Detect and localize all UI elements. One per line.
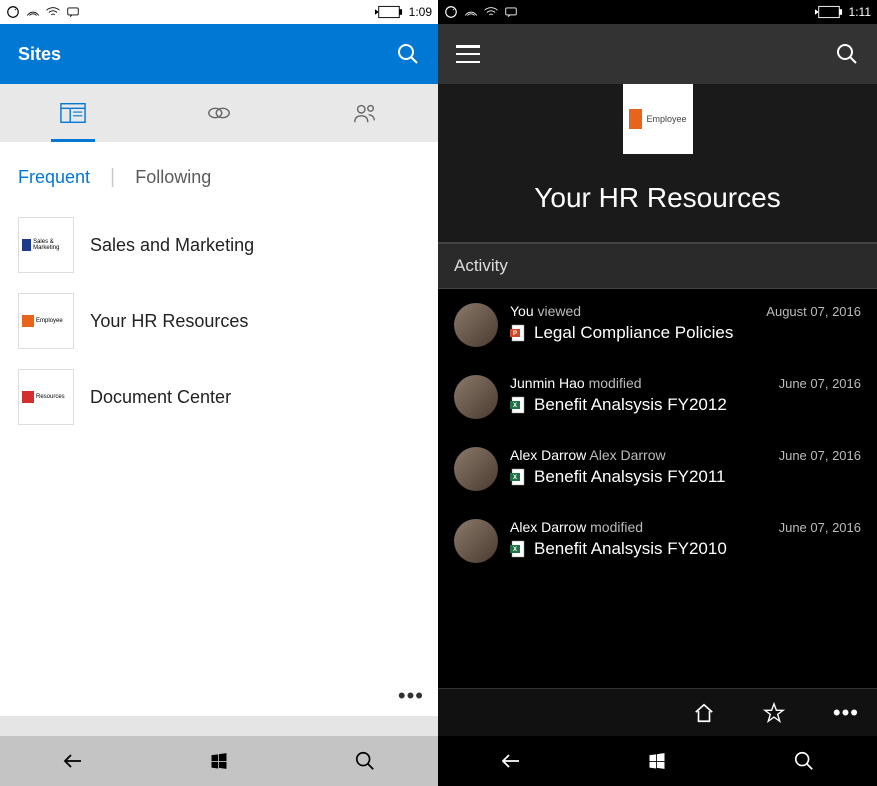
site-thumbnail: Resources: [18, 369, 74, 425]
site-thumbnail: Sales & Marketing: [18, 217, 74, 273]
message-icon: [66, 5, 80, 19]
site-item[interactable]: Employee Your HR Resources: [0, 283, 438, 359]
status-right-left: 1:09: [375, 5, 432, 19]
site-hero: Employee Your HR Resources: [438, 84, 877, 242]
nav-bar-right: [438, 736, 877, 786]
nav-bar-left: [0, 736, 438, 786]
logo-text: Employee: [646, 114, 686, 124]
status-icons-right: [444, 5, 518, 19]
back-button[interactable]: [61, 749, 85, 773]
search-button[interactable]: [353, 749, 377, 773]
svg-text:X: X: [513, 547, 517, 553]
logo-square: [629, 109, 643, 129]
tab-people[interactable]: [292, 84, 438, 142]
filter-following[interactable]: Following: [135, 167, 211, 188]
status-icons-left: [6, 5, 80, 19]
app-bar-right: •••: [438, 688, 877, 736]
file-name: Legal Compliance Policies: [534, 323, 733, 343]
search-icon[interactable]: [396, 42, 420, 66]
site-name: Your HR Resources: [90, 311, 248, 332]
cortana-icon: [6, 5, 20, 19]
activity-date: June 07, 2016: [779, 448, 861, 463]
file-name: Benefit Analsysis FY2012: [534, 395, 727, 415]
site-list: Sales & Marketing Sales and Marketing Em…: [0, 207, 438, 676]
site-logo: Employee: [623, 84, 693, 154]
clock-right: 1:11: [849, 5, 871, 19]
avatar: [454, 375, 498, 419]
tab-sites[interactable]: [0, 84, 146, 142]
site-item[interactable]: Resources Document Center: [0, 359, 438, 435]
avatar: [454, 303, 498, 347]
activity-header: Activity: [438, 242, 877, 289]
back-button[interactable]: [499, 749, 523, 773]
status-bar-left: 1:09: [0, 0, 438, 24]
cortana-icon: [444, 5, 458, 19]
sites-tab-icon: [60, 102, 86, 124]
page-title: Sites: [18, 44, 61, 65]
svg-text:X: X: [513, 403, 517, 409]
avatar: [454, 519, 498, 563]
phone-right: 1:11 Employee Your HR Resources Activity…: [438, 0, 877, 786]
app-bar-spacer: [0, 716, 438, 736]
site-thumbnail: Employee: [18, 293, 74, 349]
activity-date: June 07, 2016: [779, 376, 861, 391]
more-icon[interactable]: •••: [833, 708, 859, 718]
more-icon[interactable]: •••: [398, 691, 424, 701]
avatar: [454, 447, 498, 491]
site-name: Document Center: [90, 387, 231, 408]
filter-separator: |: [110, 166, 115, 189]
svg-text:X: X: [513, 475, 517, 481]
star-icon[interactable]: [763, 702, 785, 724]
app-header-right: [438, 24, 877, 84]
battery-icon: [375, 5, 403, 19]
app-bar-left: •••: [0, 676, 438, 716]
filter-tabs: Frequent | Following: [0, 142, 438, 207]
activity-list: You viewed August 07, 2016 P Legal Compl…: [438, 289, 877, 688]
status-right-right: 1:11: [815, 5, 871, 19]
ppt-icon: P: [510, 324, 526, 342]
xls-icon: X: [510, 396, 526, 414]
windows-button[interactable]: [207, 749, 231, 773]
message-icon: [504, 5, 518, 19]
activity-item[interactable]: Junmin Hao modified June 07, 2016 X Bene…: [438, 361, 877, 433]
activity-date: August 07, 2016: [766, 304, 861, 319]
filter-frequent[interactable]: Frequent: [18, 167, 90, 188]
links-tab-icon: [206, 102, 232, 124]
activity-item[interactable]: You viewed August 07, 2016 P Legal Compl…: [438, 289, 877, 361]
site-item[interactable]: Sales & Marketing Sales and Marketing: [0, 207, 438, 283]
battery-icon: [815, 5, 843, 19]
home-icon[interactable]: [693, 702, 715, 724]
app-header-left: Sites: [0, 24, 438, 84]
wifi-icon: [46, 5, 60, 19]
wifi-icon: [484, 5, 498, 19]
activity-item[interactable]: Alex Darrow modified June 07, 2016 X Ben…: [438, 505, 877, 577]
search-icon[interactable]: [835, 42, 859, 66]
signal-icon: [26, 5, 40, 19]
file-name: Benefit Analsysis FY2011: [534, 467, 726, 487]
pivot-tabs: [0, 84, 438, 142]
clock-left: 1:09: [409, 5, 432, 19]
site-name: Sales and Marketing: [90, 235, 254, 256]
file-name: Benefit Analsysis FY2010: [534, 539, 727, 559]
xls-icon: X: [510, 540, 526, 558]
tab-links[interactable]: [146, 84, 292, 142]
activity-date: June 07, 2016: [779, 520, 861, 535]
hamburger-menu[interactable]: [456, 45, 480, 63]
svg-text:P: P: [513, 331, 517, 337]
people-tab-icon: [352, 102, 378, 124]
windows-button[interactable]: [645, 749, 669, 773]
site-title: Your HR Resources: [534, 182, 780, 214]
status-bar-right: 1:11: [438, 0, 877, 24]
xls-icon: X: [510, 468, 526, 486]
search-button[interactable]: [792, 749, 816, 773]
phone-left: 1:09 Sites Frequent | Following Sales & …: [0, 0, 438, 786]
signal-icon: [464, 5, 478, 19]
activity-item[interactable]: Alex Darrow Alex Darrow June 07, 2016 X …: [438, 433, 877, 505]
